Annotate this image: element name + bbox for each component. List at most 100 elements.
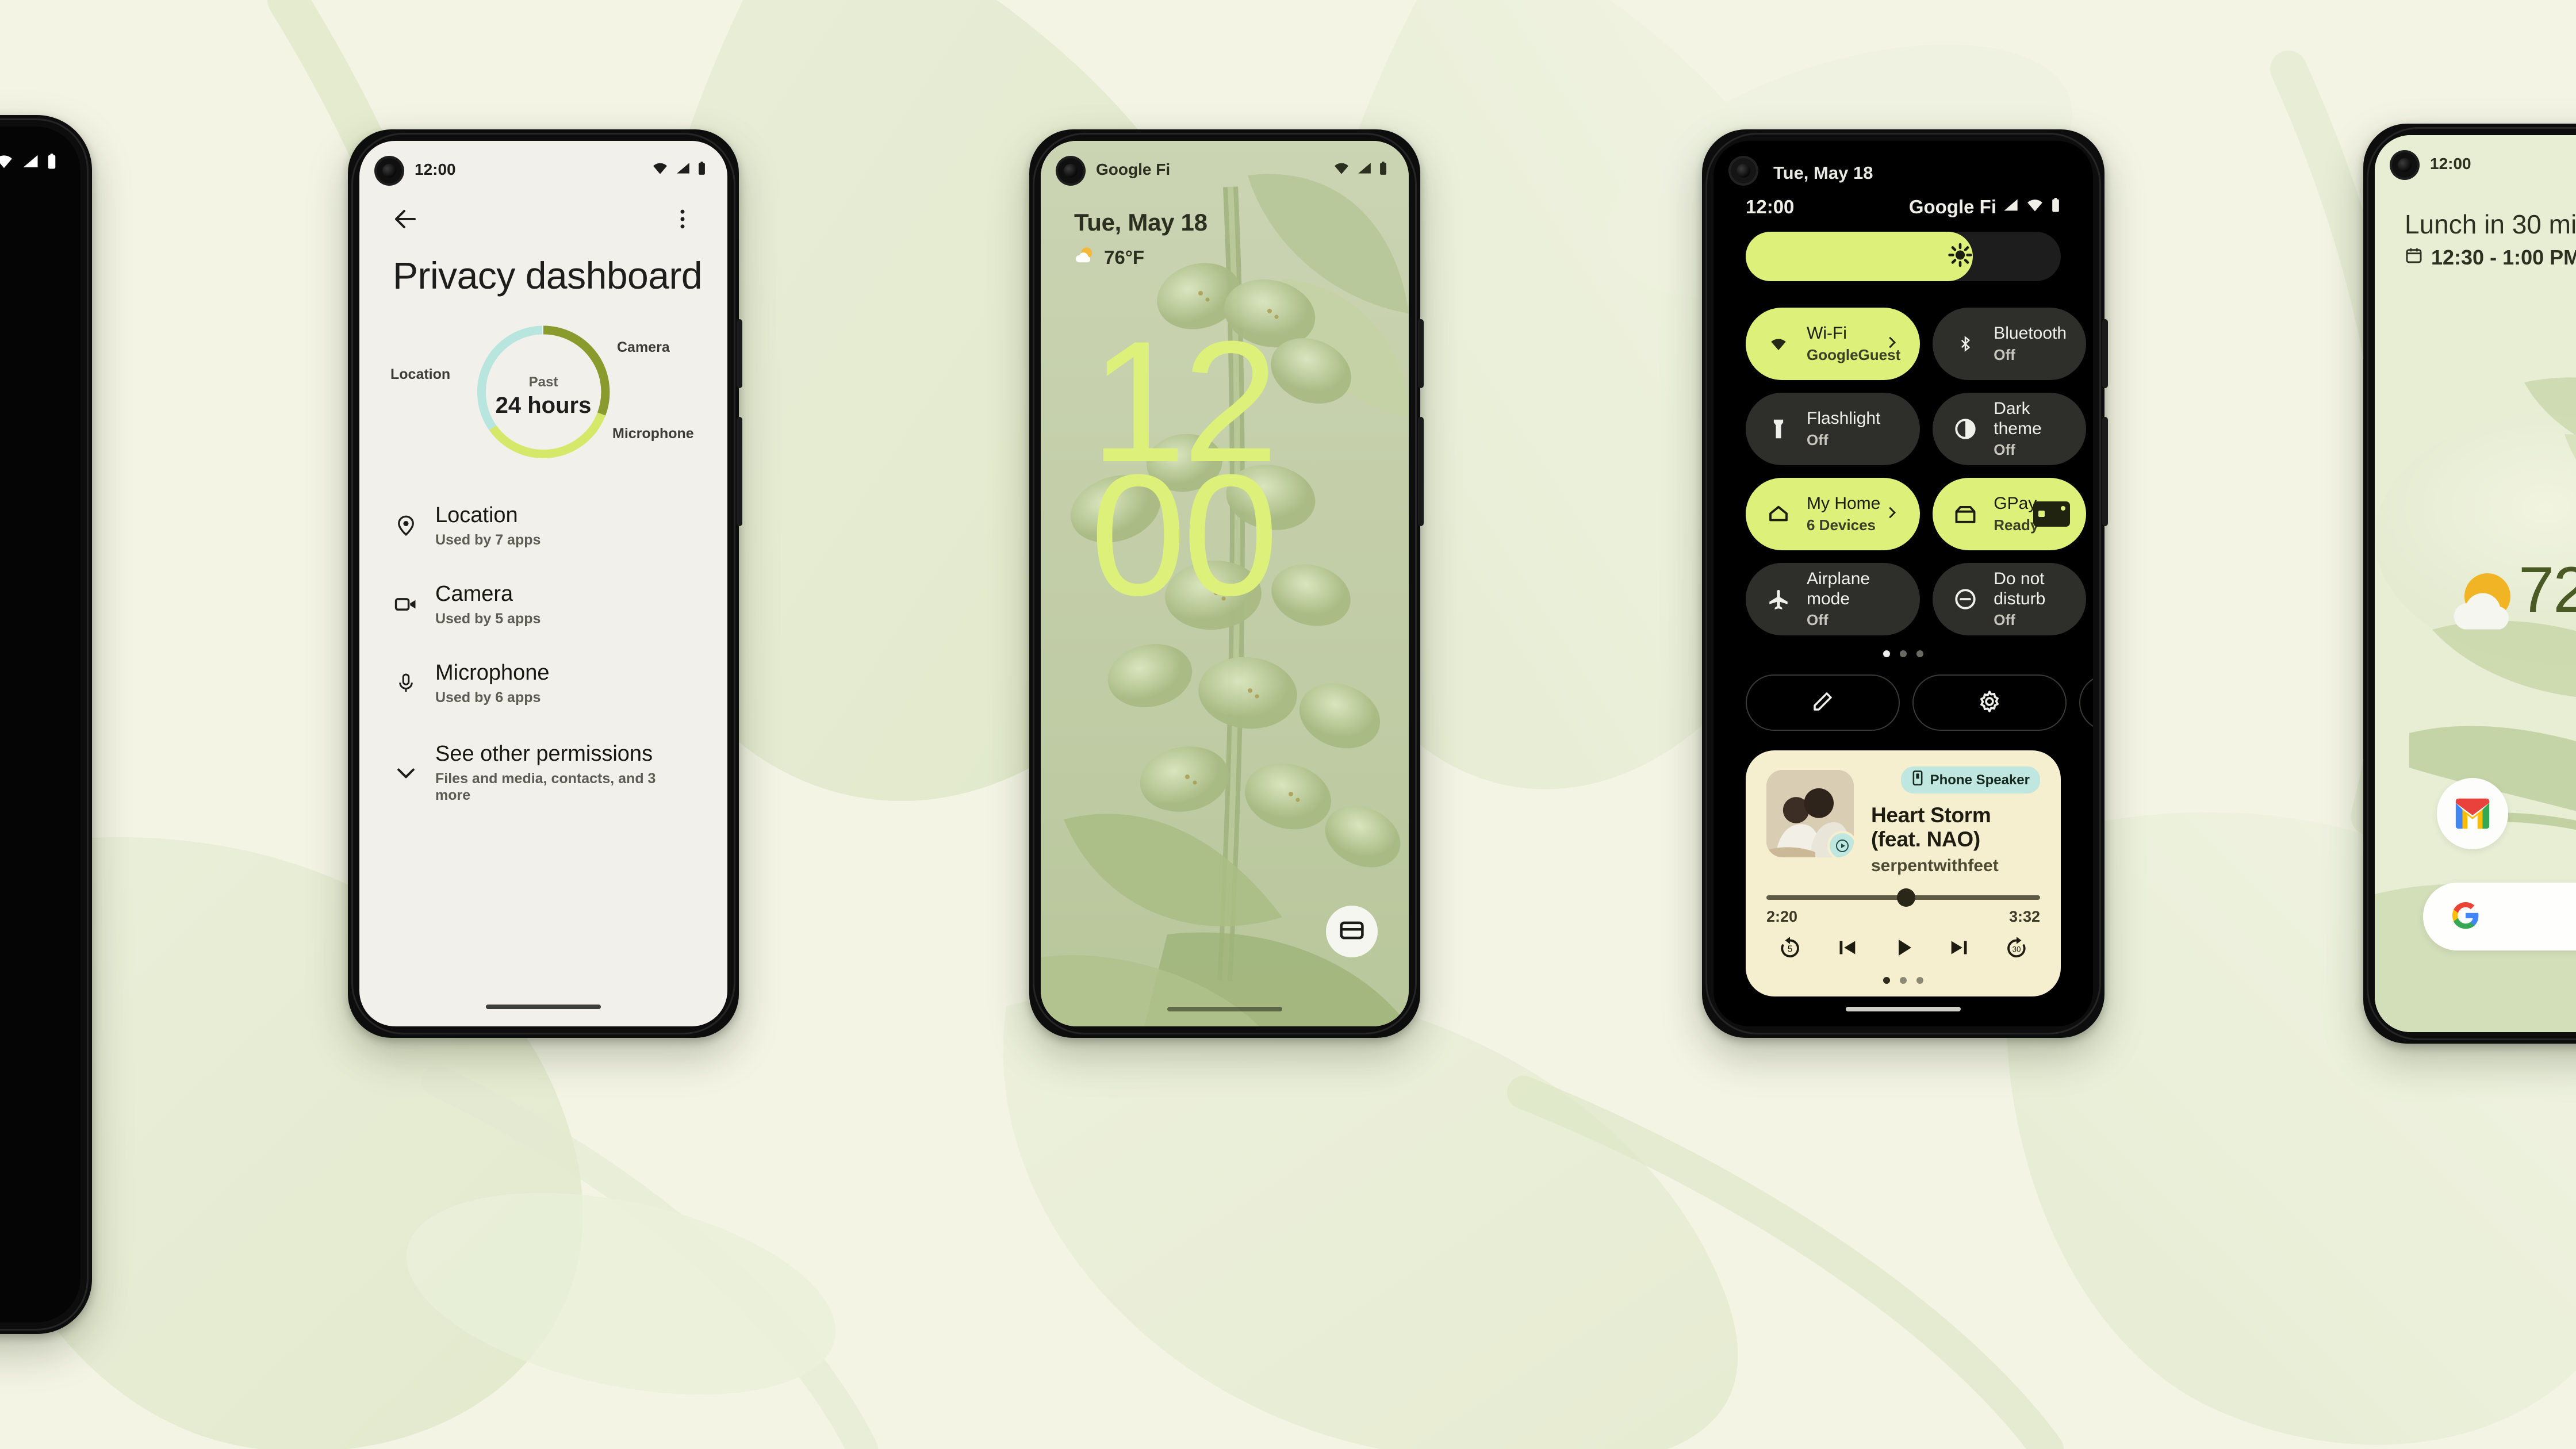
at-a-glance-widget[interactable]: Lunch in 30 min 12:30 - 1:00 PM xyxy=(2405,209,2576,270)
front-camera-punch-hole xyxy=(2390,150,2420,180)
qs-tile-gpay[interactable]: GPay Ready xyxy=(1933,478,2087,550)
google-g-icon xyxy=(2450,899,2482,934)
app-bar xyxy=(392,205,695,236)
qs-tile-bluetooth[interactable]: Bluetooth Off xyxy=(1933,308,2087,380)
lock-screen-date: Tue, May 18 xyxy=(1074,209,1208,236)
payment-card-icon xyxy=(2033,501,2071,527)
qs-tile-value: Off xyxy=(1994,346,2015,363)
page-dot xyxy=(1900,650,1907,657)
status-bar: Google Fi xyxy=(1096,160,1388,179)
donut-value: 24 hours xyxy=(495,393,592,418)
power-button-hardware[interactable] xyxy=(737,319,742,388)
media-output-label: Phone Speaker xyxy=(1930,772,2030,788)
power-button-hardware[interactable] xyxy=(1418,319,1424,388)
screen-lock-screen: Google Fi Tue, May 18 76°F 12 00 xyxy=(1041,141,1409,1026)
brightness-slider[interactable] xyxy=(1746,232,2061,281)
at-a-glance-detail: 12:30 - 1:00 PM xyxy=(2431,246,2576,269)
play-icon[interactable] xyxy=(1889,934,1917,964)
see-other-subtitle: Files and media, contacts, and 3 more xyxy=(435,770,656,803)
volume-button-hardware[interactable] xyxy=(737,417,742,526)
quick-settings-page-dots[interactable] xyxy=(1883,650,1923,657)
privacy-usage-donut-chart: Past 24 hours xyxy=(451,320,635,464)
permission-subtitle: Used by 6 apps xyxy=(435,689,541,706)
skip-previous-icon[interactable] xyxy=(1833,934,1860,964)
qs-tile-airplane-mode[interactable]: Airplane mode Off xyxy=(1746,563,1920,635)
qs-tile-value: Off xyxy=(1807,611,1828,628)
signal-icon xyxy=(1356,161,1373,179)
qs-tile-do-not-disturb[interactable]: Do not disturb Off xyxy=(1933,563,2087,635)
media-player-card[interactable]: Phone Speaker Heart Storm (feat. NAO) se… xyxy=(1746,750,2061,996)
front-camera-punch-hole xyxy=(1728,156,1758,186)
wifi-icon xyxy=(1332,161,1351,179)
volume-button-hardware[interactable] xyxy=(1418,417,1424,526)
qs-tile-label: My Home xyxy=(1807,494,1881,513)
phone-lock-screen: Google Fi Tue, May 18 76°F 12 00 xyxy=(1029,129,1424,1038)
more-vert-icon[interactable] xyxy=(670,206,695,235)
phone-notification-shade: Bluetooth Dark theme Phone Speaker xyxy=(0,115,92,1334)
calendar-icon xyxy=(2405,246,2423,270)
weather-temperature: 72° xyxy=(2518,554,2576,626)
media-page-dots[interactable] xyxy=(1766,977,2040,984)
edit-tiles-button[interactable] xyxy=(1746,674,1900,731)
qs-tile-label: Flashlight xyxy=(1807,409,1881,428)
phone-home-screen: 12:00 Lunch in 30 min 12:30 - 1:00 PM 72… xyxy=(2363,124,2576,1044)
volume-button-hardware[interactable] xyxy=(2102,417,2108,526)
screen-notification-shade: Bluetooth Dark theme Phone Speaker xyxy=(0,126,80,1322)
back-arrow-icon[interactable] xyxy=(392,205,419,236)
gmail-icon[interactable] xyxy=(2437,778,2508,849)
lock-screen-clock: 12 00 xyxy=(1090,315,1279,631)
contrast-icon xyxy=(1952,416,1979,442)
quick-settings-action-row xyxy=(1746,674,2093,731)
battery-icon xyxy=(1378,161,1388,179)
qs-tile-my-home[interactable]: My Home 6 Devices xyxy=(1746,478,1920,550)
wifi-icon xyxy=(1765,331,1792,357)
lock-screen-weather[interactable]: 76°F xyxy=(1074,246,1144,270)
donut-label-location: Location xyxy=(390,366,451,382)
status-time: 12:00 xyxy=(2430,155,2471,172)
qs-tile-flashlight[interactable]: Flashlight Off xyxy=(1746,393,1920,465)
permission-row-location[interactable]: Location Used by 7 apps xyxy=(393,503,694,549)
forward-30-icon[interactable]: 30 xyxy=(2003,934,2030,964)
wallet-shortcut-button[interactable] xyxy=(1326,906,1378,957)
permission-title: Camera xyxy=(435,582,513,606)
skip-next-icon[interactable] xyxy=(1947,934,1973,964)
see-other-permissions-row[interactable]: See other permissions Files and media, c… xyxy=(393,742,694,804)
page-dot xyxy=(1916,977,1923,984)
google-search-bar[interactable] xyxy=(2423,883,2576,950)
partly-sunny-icon xyxy=(1074,246,1096,270)
qs-tile-label: Do not disturb xyxy=(1994,569,2046,608)
edit-pencil-icon xyxy=(1811,689,1835,716)
bluetooth-icon xyxy=(1952,331,1979,357)
media-seek-bar[interactable] xyxy=(1766,888,2040,907)
power-button[interactable] xyxy=(2079,674,2093,731)
quick-settings-tile-grid: Wi-Fi GoogleGuest Bluetooth Off Flashlig… xyxy=(1746,308,2087,635)
home-indicator xyxy=(486,1005,601,1009)
svg-text:30: 30 xyxy=(2012,945,2021,954)
status-carrier: Google Fi xyxy=(1908,196,1996,217)
qs-tile-label: GPay xyxy=(1994,494,2037,513)
media-output-chip[interactable]: Phone Speaker xyxy=(1900,766,2040,793)
qs-tile-dark-theme[interactable]: Dark theme Off xyxy=(1933,393,2087,465)
clock-minutes: 00 xyxy=(1090,438,1279,631)
media-times: 2:20 3:32 xyxy=(1766,908,2040,926)
replay-5-icon[interactable]: 5 xyxy=(1777,934,1803,964)
chevron-right-icon[interactable] xyxy=(1883,504,1900,524)
qs-tile-value: Ready xyxy=(1994,516,2039,534)
home-indicator xyxy=(1846,1007,1961,1011)
phone-privacy-dashboard: 12:00 Privacy dashboard Past 24 hours Lo… xyxy=(348,129,742,1038)
phone-quick-settings: Tue, May 18 12:00 Google Fi Wi-Fi Google… xyxy=(1702,129,2108,1038)
chevron-right-icon[interactable] xyxy=(1883,334,1900,354)
settings-button[interactable] xyxy=(1912,674,2067,731)
qs-tile-wifi[interactable]: Wi-Fi GoogleGuest xyxy=(1746,308,1920,380)
permission-row-microphone[interactable]: Microphone Used by 6 apps xyxy=(393,661,694,706)
permission-row-camera[interactable]: Camera Used by 5 apps xyxy=(393,582,694,627)
power-button-hardware[interactable] xyxy=(2102,319,2108,388)
signal-icon xyxy=(675,161,691,179)
location-pin-icon xyxy=(393,512,419,539)
brightness-icon xyxy=(1947,242,1973,271)
video-camera-icon xyxy=(393,591,419,618)
donut-label-microphone: Microphone xyxy=(612,425,694,442)
media-seek-thumb[interactable] xyxy=(1896,888,1915,907)
microphone-icon xyxy=(393,670,419,696)
flashlight-icon xyxy=(1765,416,1792,442)
